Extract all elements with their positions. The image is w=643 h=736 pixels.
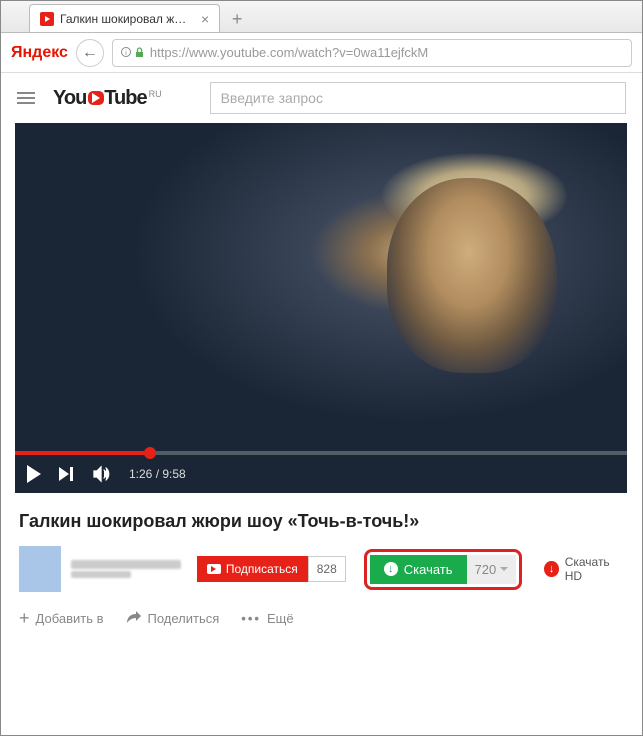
plus-icon: + xyxy=(19,608,30,629)
share-button[interactable]: Поделиться xyxy=(126,610,220,627)
quality-selector[interactable]: 720 xyxy=(467,555,517,584)
subscribe-group: Подписаться 828 xyxy=(197,556,346,582)
close-tab-icon[interactable]: × xyxy=(201,11,209,27)
youtube-favicon-icon xyxy=(40,12,54,26)
yandex-logo[interactable]: Яндекс xyxy=(11,44,68,62)
add-to-button[interactable]: + Добавить в xyxy=(19,608,104,629)
search-input[interactable]: Введите запрос xyxy=(210,82,626,114)
browser-tab-bar: Галкин шокировал жюр... × + xyxy=(1,1,642,33)
video-player[interactable]: 1:26 / 9:58 xyxy=(15,123,627,493)
ssl-indicator: i xyxy=(121,47,144,59)
channel-row: Подписаться 828 Скачать 720 ↓ Скачать HD xyxy=(19,546,624,592)
download-hd-icon: ↓ xyxy=(544,561,558,577)
play-button[interactable] xyxy=(27,465,41,483)
video-info: Галкин шокировал жюри шоу «Точь-в-точь!»… xyxy=(1,493,642,643)
download-highlight: Скачать 720 xyxy=(364,549,522,590)
player-controls: 1:26 / 9:58 xyxy=(15,455,627,493)
download-hd-button[interactable]: ↓ Скачать HD xyxy=(544,555,624,583)
volume-button[interactable] xyxy=(91,464,111,484)
video-title: Галкин шокировал жюри шоу «Точь-в-точь!» xyxy=(19,511,624,532)
youtube-logo[interactable]: You Tube RU xyxy=(53,87,162,110)
next-button[interactable] xyxy=(59,467,73,481)
new-tab-button[interactable]: + xyxy=(224,6,250,32)
address-bar: Яндекс ← i https://www.youtube.com/watch… xyxy=(1,33,642,73)
subscribe-button[interactable]: Подписаться xyxy=(197,556,308,582)
youtube-header: You Tube RU Введите запрос xyxy=(1,73,642,123)
download-button[interactable]: Скачать xyxy=(370,555,467,584)
url-text: https://www.youtube.com/watch?v=0wa11ejf… xyxy=(150,45,428,60)
lock-icon xyxy=(135,47,144,58)
video-frame xyxy=(15,123,627,493)
channel-name[interactable] xyxy=(71,560,181,578)
channel-avatar[interactable] xyxy=(19,546,61,592)
share-icon xyxy=(126,610,142,627)
subscriber-count: 828 xyxy=(308,556,346,582)
time-display: 1:26 / 9:58 xyxy=(129,467,186,481)
info-icon: i xyxy=(121,47,131,59)
more-button[interactable]: ••• Ещё xyxy=(241,611,293,626)
browser-tab[interactable]: Галкин шокировал жюр... × xyxy=(29,4,220,32)
youtube-play-icon xyxy=(88,91,104,105)
more-icon: ••• xyxy=(241,611,261,626)
tab-title: Галкин шокировал жюр... xyxy=(60,12,195,26)
menu-icon[interactable] xyxy=(17,92,35,104)
youtube-small-icon xyxy=(207,564,221,574)
url-input[interactable]: i https://www.youtube.com/watch?v=0wa11e… xyxy=(112,39,632,67)
video-actions: + Добавить в Поделиться ••• Ещё xyxy=(19,604,624,633)
back-button[interactable]: ← xyxy=(76,39,104,67)
